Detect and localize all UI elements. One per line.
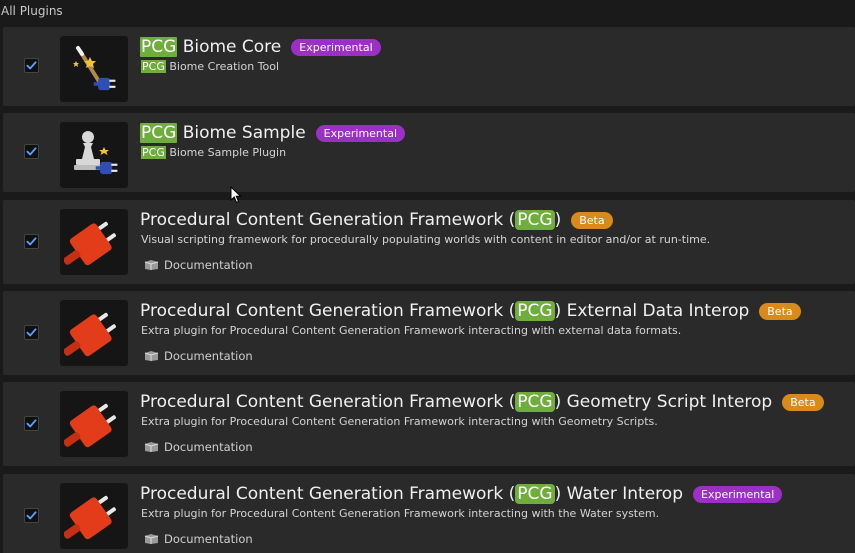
title-text: Biome Sample <box>177 123 306 143</box>
pcg-highlight: PCG <box>515 392 555 412</box>
experimental-badge: Experimental <box>315 124 406 142</box>
book-icon <box>144 441 159 453</box>
pcg-highlight: PCG <box>515 210 555 230</box>
experimental-badge: Experimental <box>291 38 381 56</box>
plugin-row-pcg-geometry-script-interop[interactable]: Procedural Content Generation Framework … <box>3 382 855 466</box>
plugin-title: Procedural Content Generation Framework … <box>140 299 801 323</box>
description-text: Biome Creation Tool <box>165 60 280 73</box>
enable-checkbox[interactable] <box>24 416 39 431</box>
documentation-link[interactable]: Documentation <box>144 258 253 272</box>
section-header: All Plugins <box>1 4 63 18</box>
plugin-row-pcg-framework[interactable]: Procedural Content Generation Framework … <box>3 200 855 284</box>
title-text-end: ) <box>554 210 562 230</box>
documentation-label[interactable]: Documentation <box>164 532 253 546</box>
enable-checkbox[interactable] <box>24 508 39 523</box>
plugin-description: Extra plugin for Procedural Content Gene… <box>141 324 682 337</box>
book-icon <box>144 350 159 362</box>
red-plug-icon <box>60 483 128 549</box>
plugin-row-pcg-biome-sample[interactable]: PCG Biome Sample Experimental PCG Biome … <box>3 113 855 192</box>
plugin-row-pcg-biome-core[interactable]: PCG Biome Core Experimental PCG Biome Cr… <box>3 27 855 106</box>
description-text: Biome Sample Plugin <box>165 146 287 159</box>
beta-badge: Beta <box>571 211 613 229</box>
magic-wand-plug-icon <box>60 36 128 102</box>
title-text: Procedural Content Generation Framework … <box>140 210 516 230</box>
plugin-title: PCG Biome Sample Experimental <box>140 121 406 145</box>
title-text: Procedural Content Generation Framework … <box>140 301 516 321</box>
red-plug-icon <box>60 391 128 457</box>
pcg-highlight: PCG <box>141 146 166 159</box>
pcg-highlight: PCG <box>515 301 555 321</box>
mouse-cursor-icon <box>230 186 242 204</box>
pcg-highlight: PCG <box>140 37 178 57</box>
plugin-description: Visual scripting framework for procedura… <box>141 233 711 246</box>
plugin-title: Procedural Content Generation Framework … <box>140 482 783 506</box>
plugin-description: Extra plugin for Procedural Content Gene… <box>141 507 660 520</box>
documentation-link[interactable]: Documentation <box>144 440 253 454</box>
plugin-description: PCG Biome Sample Plugin <box>141 146 286 159</box>
beta-badge: Beta <box>759 302 801 320</box>
plugin-title: Procedural Content Generation Framework … <box>140 208 613 232</box>
title-text-end: ) External Data Interop <box>554 301 750 321</box>
plugin-description: Extra plugin for Procedural Content Gene… <box>141 415 658 428</box>
documentation-label[interactable]: Documentation <box>164 258 253 272</box>
title-text: Procedural Content Generation Framework … <box>140 392 516 412</box>
title-text-end: ) Geometry Script Interop <box>554 392 773 412</box>
documentation-link[interactable]: Documentation <box>144 532 253 546</box>
title-text: Procedural Content Generation Framework … <box>140 484 516 504</box>
plugin-row-pcg-external-data-interop[interactable]: Procedural Content Generation Framework … <box>3 291 855 375</box>
experimental-badge: Experimental <box>693 485 783 503</box>
documentation-label[interactable]: Documentation <box>164 349 253 363</box>
plugin-title: Procedural Content Generation Framework … <box>140 390 824 414</box>
plugin-row-pcg-water-interop[interactable]: Procedural Content Generation Framework … <box>3 474 855 553</box>
pcg-highlight: PCG <box>140 123 178 143</box>
book-icon <box>144 259 159 271</box>
enable-checkbox[interactable] <box>24 58 39 73</box>
beta-badge: Beta <box>782 393 824 411</box>
enable-checkbox[interactable] <box>24 234 39 249</box>
title-text-end: ) Water Interop <box>554 484 683 504</box>
plugin-description: PCG Biome Creation Tool <box>141 60 279 73</box>
red-plug-icon <box>60 209 128 275</box>
documentation-label[interactable]: Documentation <box>164 440 253 454</box>
pcg-highlight: PCG <box>141 60 166 73</box>
title-text: Biome Core <box>177 37 282 57</box>
pawn-plug-icon <box>60 122 128 188</box>
enable-checkbox[interactable] <box>24 144 39 159</box>
plugin-title: PCG Biome Core Experimental <box>140 35 381 59</box>
pcg-highlight: PCG <box>515 484 555 504</box>
enable-checkbox[interactable] <box>24 325 39 340</box>
documentation-link[interactable]: Documentation <box>144 349 253 363</box>
red-plug-icon <box>60 300 128 366</box>
book-icon <box>144 533 159 545</box>
